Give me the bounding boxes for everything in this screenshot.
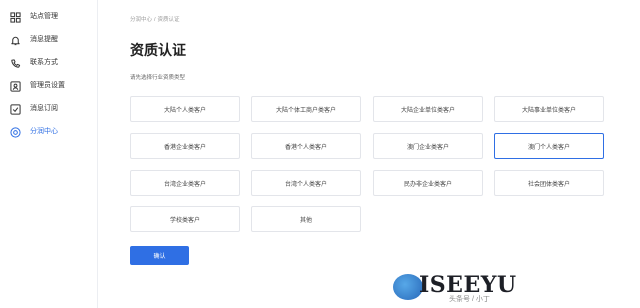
breadcrumb: 分润中心 / 资质认证 bbox=[130, 15, 180, 23]
watermark-logo: ISEEYU 头条号 / 小丁 bbox=[393, 270, 543, 306]
option-private-non-enterprise[interactable]: 民办非企业类客户 bbox=[373, 170, 483, 196]
option-social-organization[interactable]: 社会团体类客户 bbox=[494, 170, 604, 196]
bell-icon bbox=[10, 35, 21, 46]
confirm-button[interactable]: 确认 bbox=[130, 246, 189, 265]
breadcrumb-parent[interactable]: 分润中心 bbox=[130, 17, 152, 23]
option-hongkong-enterprise[interactable]: 香港企业类客户 bbox=[130, 133, 240, 159]
option-mainland-enterprise[interactable]: 大陆企业单位类客户 bbox=[373, 96, 483, 122]
option-school[interactable]: 学校类客户 bbox=[130, 206, 240, 232]
sidebar: 站点管理 消息提醒 联系方式 管理员设置 消息订阅 分润中心 bbox=[0, 0, 98, 308]
admin-user-icon bbox=[10, 80, 21, 92]
sidebar-item-notifications[interactable]: 消息提醒 bbox=[0, 32, 98, 48]
sidebar-item-label: 站点管理 bbox=[30, 13, 58, 20]
profit-icon bbox=[10, 126, 21, 138]
option-macau-enterprise[interactable]: 澳门企业类客户 bbox=[373, 133, 483, 159]
option-mainland-sole-proprietor[interactable]: 大陆个体工商户类客户 bbox=[251, 96, 361, 122]
sidebar-item-contact[interactable]: 联系方式 bbox=[0, 55, 98, 71]
option-mainland-public-institution[interactable]: 大陆事业单位类客户 bbox=[494, 96, 604, 122]
option-macau-individual[interactable]: 澳门个人类客户 bbox=[494, 133, 604, 159]
option-other[interactable]: 其他 bbox=[251, 206, 361, 232]
sidebar-item-site-management[interactable]: 站点管理 bbox=[0, 9, 98, 25]
sidebar-item-admin-settings[interactable]: 管理员设置 bbox=[0, 78, 98, 94]
sidebar-item-label: 消息订阅 bbox=[30, 105, 58, 112]
breadcrumb-separator: / bbox=[154, 17, 156, 23]
option-hongkong-individual[interactable]: 香港个人类客户 bbox=[251, 133, 361, 159]
phone-icon bbox=[10, 58, 21, 69]
option-mainland-individual[interactable]: 大陆个人类客户 bbox=[130, 96, 240, 122]
page-subtitle: 请先选择行业资质类型 bbox=[130, 75, 186, 81]
watermark-sub-text: 头条号 / 小丁 bbox=[449, 296, 490, 303]
subscribe-icon bbox=[10, 103, 21, 115]
sidebar-item-label: 联系方式 bbox=[30, 59, 58, 66]
sidebar-item-label: 消息提醒 bbox=[30, 36, 58, 43]
sidebar-item-profit-center[interactable]: 分润中心 bbox=[0, 124, 98, 140]
option-taiwan-individual[interactable]: 台湾个人类客户 bbox=[251, 170, 361, 196]
grid-icon bbox=[10, 11, 21, 23]
sidebar-item-label: 管理员设置 bbox=[30, 82, 65, 89]
sidebar-item-subscriptions[interactable]: 消息订阅 bbox=[0, 101, 98, 117]
breadcrumb-current: 资质认证 bbox=[157, 17, 180, 23]
main-content: 分润中心 / 资质认证 资质认证 请先选择行业资质类型 大陆个人类客户 大陆个体工商… bbox=[98, 0, 640, 308]
page-title: 资质认证 bbox=[130, 42, 186, 58]
sidebar-item-label: 分润中心 bbox=[30, 128, 58, 135]
option-taiwan-enterprise[interactable]: 台湾企业类客户 bbox=[130, 170, 240, 196]
